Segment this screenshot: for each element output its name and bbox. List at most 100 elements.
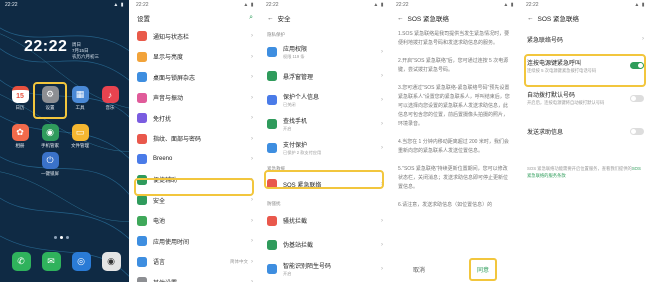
security-panel: 22:22 ▲ ▮ ← 安全 隐私保护 应用权限 权限 119 条 › 悬浮窗管理 › 保…: [261, 0, 389, 282]
back-arrow-icon[interactable]: ←: [527, 15, 534, 22]
chevron-right-icon: ›: [381, 97, 383, 103]
anti-harassment-item[interactable]: 伪基站拦截 ›: [261, 233, 389, 257]
display-icon: [137, 51, 147, 62]
settings-label: 安全: [153, 198, 166, 205]
browser-icon: ◎: [71, 252, 91, 271]
app-music[interactable]: ♪ 音乐: [100, 86, 120, 111]
settings-label: 显示与亮度: [153, 55, 184, 62]
status-bar: 22:22 ▲ ▮: [266, 2, 384, 8]
security-label: 悬浮窗管理: [283, 74, 314, 81]
agree-button[interactable]: 同意: [468, 258, 497, 281]
gallery-icon: ✿: [11, 124, 29, 141]
more-settings-icon: [137, 277, 147, 282]
tools-folder-icon: ▦: [71, 86, 89, 103]
auto-dial-item[interactable]: 自动拨打默认号码 开启后，连按电源键将自动拨打默认号码: [521, 82, 650, 118]
send-help-toggle[interactable]: [630, 128, 644, 135]
dock-phone[interactable]: ✆: [11, 252, 31, 271]
dock-browser[interactable]: ◎: [71, 252, 91, 271]
app-tools[interactable]: ▦ 工具: [70, 86, 90, 111]
security-header: ← 安全: [261, 10, 389, 26]
dock-messages[interactable]: ✉: [41, 252, 61, 271]
security-item-highlight: [134, 178, 254, 196]
chevron-right-icon: ›: [251, 238, 253, 245]
phone-manager-icon: ◉: [41, 124, 59, 141]
sos-footer-note: SOS 紧急联络功能需要开启位置服务，查看我们提供的SOS 紧急联络的服务条款: [527, 166, 641, 178]
settings-item[interactable]: 指纹、面部与密码 ›: [131, 129, 259, 150]
settings-item[interactable]: 免打扰 ›: [131, 108, 259, 129]
status-bar: 22:22 ▲ ▮: [0, 0, 129, 10]
anti-harassment-item[interactable]: 智能识别陌生号码 开启 ›: [261, 257, 389, 281]
app-file-manager[interactable]: ▭ 文件管理: [70, 124, 90, 149]
terms-header: ← SOS 紧急联络: [391, 10, 519, 26]
privacy-list: 应用权限 权限 119 条 › 悬浮窗管理 › 保护个人信息 已关闭 › 查找手机 开启 › 支付保护…: [261, 40, 389, 160]
settings-item[interactable]: 声音与振动 ›: [131, 88, 259, 109]
back-arrow-icon[interactable]: ←: [267, 15, 274, 22]
status-bar: 22:22 ▲ ▮: [526, 2, 645, 8]
security-item[interactable]: 查找手机 开启 ›: [261, 112, 389, 136]
sos-header: ← SOS 紧急联络: [521, 10, 650, 26]
emergency-contacts-item[interactable]: 紧急联络号码 ›: [521, 26, 650, 52]
dock-camera[interactable]: ◉: [101, 252, 121, 271]
settings-item[interactable]: 应用使用时间 ›: [131, 231, 259, 252]
security-item[interactable]: 保护个人信息 已关闭 ›: [261, 88, 389, 112]
chevron-right-icon: ›: [251, 94, 253, 101]
chevron-right-icon: ›: [251, 33, 253, 40]
security-subtitle: 开启: [283, 126, 292, 131]
security-subtitle: 已关闭: [283, 102, 296, 107]
home-screen-panel: 22:22 ▲ ▮ 22:22 周日 7月15日 农历六月初三 15 日历 ⚙ …: [0, 0, 129, 282]
settings-app-highlight: [33, 82, 67, 119]
file-manager-icon: ▭: [71, 124, 89, 141]
screen-time-icon: [137, 236, 147, 247]
send-help-item[interactable]: 发送求助信息: [521, 118, 650, 144]
dock: ✆ ✉ ◎ ◉: [0, 250, 129, 280]
settings-item[interactable]: 语言 简体中文 ›: [131, 252, 259, 273]
chevron-right-icon: ›: [381, 73, 383, 79]
anti-harassment-label: 骚扰拦截: [283, 219, 308, 225]
terms-actions: 取消 同意: [391, 258, 519, 281]
security-subtitle: 已保护 2 款支付应用: [283, 150, 322, 155]
settings-label: 语言: [153, 260, 166, 267]
anti-harassment-label: 智能识别陌生号码: [283, 263, 332, 270]
chevron-right-icon: ›: [251, 74, 253, 81]
search-icon[interactable]: ⌕: [249, 14, 253, 22]
settings-item[interactable]: Breeno ›: [131, 149, 259, 170]
fake-station-icon: [267, 239, 277, 250]
app-gallery[interactable]: ✿ 相册: [10, 124, 30, 149]
settings-item[interactable]: 通知与状态栏 ›: [131, 26, 259, 47]
language-icon: [137, 256, 147, 267]
block-icon: [267, 215, 277, 226]
find-phone-icon: [267, 119, 277, 129]
security-item[interactable]: 悬浮窗管理 ›: [261, 64, 389, 88]
app-calendar[interactable]: 15 日历: [10, 86, 30, 111]
settings-list: 通知与状态栏 › 显示与亮度 › 桌面与锁屏杂志 › 声音与振动 › 免打扰 › 指纹、面部与密码 ›…: [131, 26, 259, 282]
chevron-right-icon: ›: [251, 197, 253, 204]
payment-protection-icon: [267, 143, 277, 153]
cancel-button[interactable]: 取消: [413, 265, 425, 274]
settings-item[interactable]: 电池 ›: [131, 211, 259, 232]
fingerprint-icon: [137, 133, 147, 144]
chevron-right-icon: ›: [381, 265, 383, 272]
app-lock-screen[interactable]: ⏻ 一键锁屏: [40, 152, 60, 177]
anti-harassment-item[interactable]: 骚扰拦截 ›: [261, 209, 389, 233]
auto-dial-toggle[interactable]: [630, 95, 644, 102]
app-phone-manager[interactable]: ◉ 手机管家: [40, 124, 60, 149]
back-arrow-icon[interactable]: ←: [397, 15, 404, 22]
anti-harassment-list: 骚扰拦截 › 伪基站拦截 › 智能识别陌生号码 开启 ›: [261, 209, 389, 281]
messages-icon: ✉: [41, 252, 61, 271]
page-title: 设置: [137, 16, 150, 23]
camera-icon: ◉: [101, 252, 121, 271]
settings-item[interactable]: 其他设置›: [131, 272, 259, 282]
chevron-right-icon: ›: [251, 156, 253, 163]
settings-item[interactable]: 显示与亮度 ›: [131, 47, 259, 68]
chevron-right-icon: ›: [381, 217, 383, 224]
settings-item[interactable]: 桌面与锁屏杂志 ›: [131, 67, 259, 88]
security-item[interactable]: 支付保护 已保护 2 款支付应用 ›: [261, 136, 389, 160]
anti-harassment-label: 伪基站拦截: [283, 243, 314, 249]
floating-window-icon: [267, 71, 277, 81]
sos-settings-panel: 22:22 ▲ ▮ ← SOS 紧急联络 紧急联络号码 › 连按电源键紧急呼叫 …: [521, 0, 650, 282]
settings-panel: 22:22 ▲ ▮ 设置 ⌕ 通知与状态栏 › 显示与亮度 › 桌面与锁屏杂志 › 声音与振…: [131, 0, 259, 282]
settings-label: 桌面与锁屏杂志: [153, 75, 196, 82]
wallpaper-icon: [137, 72, 147, 83]
security-item[interactable]: 应用权限 权限 119 条 ›: [261, 40, 389, 64]
sound-icon: [137, 92, 147, 103]
